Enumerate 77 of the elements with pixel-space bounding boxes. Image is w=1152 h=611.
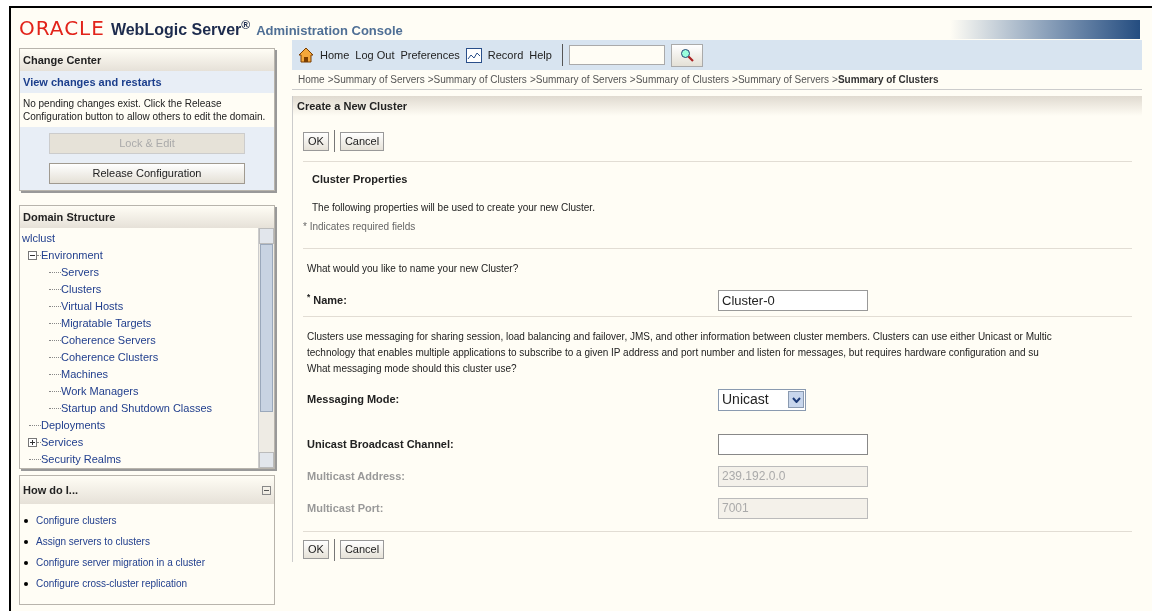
- tree-item[interactable]: Deployments: [41, 417, 106, 434]
- description-line: What messaging mode should this cluster use?: [307, 361, 517, 376]
- form-button[interactable]: OK: [303, 540, 329, 559]
- pending-changes-message: No pending changes exist. Click the Release Configuration button to allow others to edit the domain.: [22, 97, 267, 124]
- breadcrumb-separator: >: [832, 73, 838, 87]
- name-field[interactable]: Cluster-0: [718, 289, 868, 311]
- search-icon[interactable]: [679, 48, 694, 62]
- bullet-icon: [24, 581, 28, 586]
- form-title-bar: Create a New Cluster: [293, 96, 1142, 116]
- bullet-icon: [24, 518, 28, 523]
- collapse-icon[interactable]: [28, 251, 37, 260]
- tree-item[interactable]: Servers: [61, 264, 99, 281]
- tree-item[interactable]: Environment: [41, 247, 103, 264]
- tree-item[interactable]: Coherence Servers: [61, 332, 156, 349]
- panel-header: Domain Structure: [20, 206, 274, 228]
- field-label: Messaging Mode:: [307, 392, 401, 408]
- config-button[interactable]: Release Configuration: [49, 163, 245, 184]
- tree-item[interactable]: Security Realms: [41, 451, 122, 468]
- section-title: Cluster Properties: [312, 172, 408, 187]
- search-field[interactable]: [568, 45, 665, 65]
- search-button[interactable]: [670, 43, 703, 67]
- tree-item[interactable]: Work Managers: [61, 383, 139, 400]
- scrollbar[interactable]: [258, 228, 274, 468]
- intro-text: The following properties will be used to create your new Cluster.: [312, 200, 595, 215]
- description-line: Clusters use messaging for sharing session, load balancing and failover, JMS, and other information between cluster members. Clusters can use either Unicast or Multic: [307, 329, 1052, 344]
- breadcrumb-separator: >: [529, 73, 536, 87]
- tree-item[interactable]: Services: [41, 434, 84, 451]
- form-button[interactable]: Cancel: [339, 540, 385, 559]
- breadcrumb-separator: >: [629, 73, 636, 87]
- home-icon[interactable]: [298, 47, 314, 63]
- how-to-link[interactable]: Assign servers to clusters: [36, 534, 150, 549]
- panel-header: Change Center: [20, 49, 274, 71]
- bullet-icon: [24, 539, 28, 544]
- field-label: Multicast Address:: [307, 468, 406, 484]
- breadcrumb-separator: >: [327, 73, 334, 87]
- breadcrumb-link[interactable]: Summary of Servers: [535, 72, 627, 87]
- how-to-link[interactable]: Configure cross-cluster replication: [36, 576, 188, 591]
- tree-item[interactable]: Coherence Clusters: [61, 349, 159, 366]
- breadcrumb-link[interactable]: Summary of Clusters: [433, 72, 527, 87]
- mode-select[interactable]: Unicast: [718, 388, 806, 411]
- form-button[interactable]: OK: [303, 131, 329, 151]
- tree-item[interactable]: Virtual Hosts: [61, 298, 124, 315]
- breadcrumb-link[interactable]: Home: [298, 72, 325, 87]
- minimize-icon[interactable]: [262, 485, 271, 495]
- form-button[interactable]: Cancel: [339, 131, 385, 151]
- required-note: * Indicates required fields: [303, 219, 416, 234]
- field-label: $^{*}$ Name:: [307, 291, 348, 308]
- breadcrumb-link[interactable]: Summary of Servers: [333, 72, 425, 87]
- breadcrumb-separator: >: [732, 73, 738, 87]
- tree-item[interactable]: Migratable Targets: [61, 315, 152, 332]
- tree-item[interactable]: wlclust: [22, 230, 55, 247]
- how-to-link[interactable]: Configure server migration in a cluster: [36, 555, 205, 570]
- breadcrumb-link[interactable]: Summary of Servers: [737, 72, 830, 87]
- tree-item[interactable]: Machines: [61, 366, 109, 383]
- field-label: Unicast Broadcast Channel:: [307, 436, 455, 452]
- toolbar-link[interactable]: Preferences: [400, 46, 460, 64]
- description-line: technology that enables multiple applications to subscribe to a given IP address and port number and listen for messages, but requires hardware configuration and su: [307, 345, 1039, 360]
- tree-item[interactable]: Clusters: [61, 281, 102, 298]
- chart-icon[interactable]: [465, 47, 482, 63]
- console-title: Administration Console: [256, 24, 403, 38]
- toolbar-link[interactable]: Log Out: [355, 46, 395, 64]
- toolbar-link[interactable]: Home: [320, 46, 350, 64]
- bullet-icon: [24, 560, 28, 565]
- product-name: WebLogic Server$^{®}$: [110, 22, 251, 38]
- input-field[interactable]: [718, 433, 868, 455]
- panel-header: How do I...: [23, 482, 78, 498]
- toolbar-link[interactable]: Help: [529, 46, 552, 64]
- name-question: What would you like to name your new Cluster?: [307, 261, 519, 276]
- how-to-link[interactable]: Configure clusters: [36, 513, 117, 528]
- breadcrumb-separator: >: [427, 73, 434, 87]
- oracle-logo: ORACLE: [19, 18, 105, 38]
- breadcrumb-link[interactable]: Summary of Clusters: [837, 72, 939, 87]
- breadcrumb-link[interactable]: Summary of Clusters: [635, 72, 730, 87]
- field-label: Multicast Port:: [307, 500, 385, 516]
- toolbar-link[interactable]: Record: [487, 46, 524, 64]
- expand-icon[interactable]: [28, 438, 37, 447]
- tree-item[interactable]: Startup and Shutdown Classes: [61, 400, 213, 417]
